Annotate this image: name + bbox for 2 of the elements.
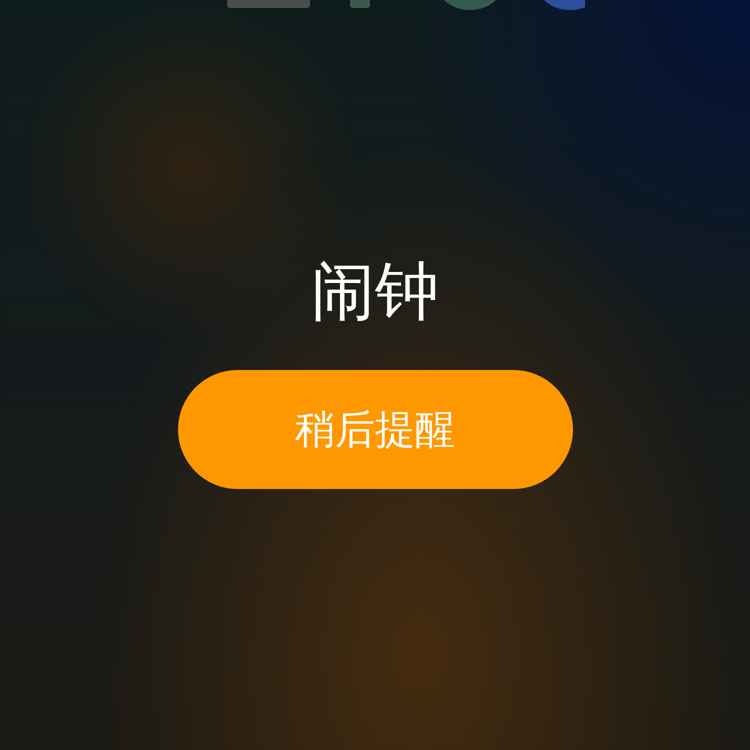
alarm-title: 闹钟 [311,260,439,324]
snooze-button[interactable]: 稍后提醒 [178,370,572,489]
